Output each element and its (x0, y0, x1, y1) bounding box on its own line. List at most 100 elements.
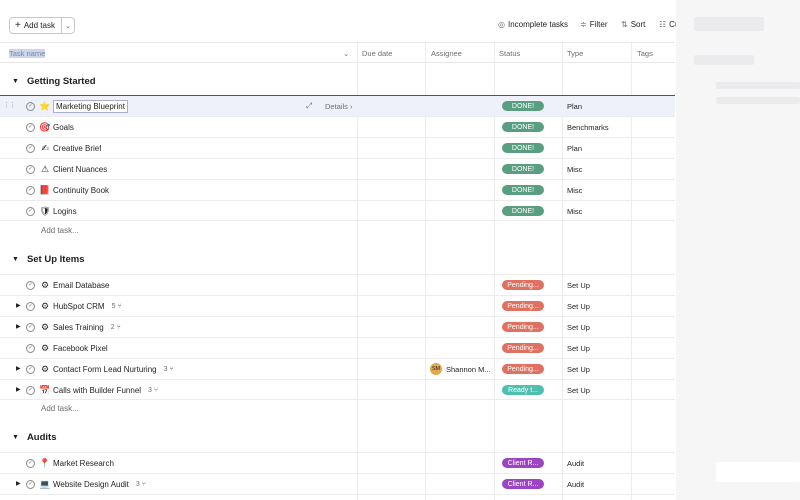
column-assignee[interactable]: Assignee (431, 43, 462, 63)
section-header-getting-started[interactable]: ▼ Getting Started (12, 76, 96, 87)
status-badge[interactable]: Pending... (502, 322, 544, 332)
column-due-date[interactable]: Due date (362, 43, 392, 63)
task-name[interactable]: Sales Training (53, 323, 104, 332)
expand-subtasks-icon[interactable]: ▶ (16, 386, 21, 393)
table-row[interactable]: ▶ ✓ 📅 Calls with Builder Funnel 3 ⑂ Read… (0, 379, 675, 400)
complete-checkbox-icon[interactable]: ✓ (26, 343, 35, 353)
subtask-count[interactable]: 3 ⑂ (136, 481, 146, 488)
task-name[interactable]: Creative Brief (53, 144, 101, 153)
status-badge[interactable]: Ready t... (502, 385, 544, 395)
task-name[interactable]: Goals (53, 123, 74, 132)
subtask-count[interactable]: 3 ⑂ (164, 366, 174, 373)
complete-checkbox-icon[interactable]: ✓ (26, 280, 35, 290)
task-name[interactable]: HubSpot CRM (53, 302, 105, 311)
complete-checkbox-icon[interactable]: ✓ (26, 479, 35, 489)
task-name-chevron-icon[interactable]: ⌄ (343, 43, 349, 63)
sort-icon: ⇅ (621, 20, 628, 29)
expand-subtasks-icon[interactable]: ▶ (16, 480, 21, 487)
task-name[interactable]: Email Database (53, 281, 109, 290)
complete-checkbox-icon[interactable]: ✓ (26, 364, 35, 374)
table-row[interactable]: ▶ ✓ ⚙ Contact Form Lead Nurturing 3 ⑂ SM… (0, 358, 675, 379)
table-row[interactable]: ✓ 📕 Continuity Book DONE! Misc (0, 179, 675, 200)
status-badge[interactable]: Pending... (502, 280, 544, 290)
expand-subtasks-icon[interactable]: ▶ (16, 302, 21, 309)
table-row[interactable]: ✓ 📍 Market Research Client R... Audit (0, 452, 675, 473)
caret-down-icon: ▼ (12, 434, 19, 441)
status-badge[interactable]: DONE! (502, 206, 544, 216)
status-badge[interactable]: DONE! (502, 122, 544, 132)
table-row[interactable]: ✓ 🛡 Logins DONE! Misc (0, 200, 675, 221)
status-badge[interactable]: DONE! (502, 185, 544, 195)
status-badge[interactable]: DONE! (502, 164, 544, 174)
subtask-icon: ⑂ (117, 302, 122, 310)
type-value: Plan (567, 143, 583, 153)
complete-checkbox-icon[interactable]: ✓ (26, 458, 35, 468)
table-row[interactable]: ✓ ⚙ Email Database Pending... Set Up (0, 274, 675, 295)
table-row[interactable]: ✓ ⚠ Client Nuances DONE! Misc (0, 158, 675, 179)
complete-checkbox-icon[interactable]: ✓ (26, 164, 35, 174)
table-row[interactable]: ✓ ⚙ Facebook Pixel Pending... Set Up (0, 337, 675, 358)
pin-icon: 📍 (40, 457, 51, 468)
task-name[interactable]: Calls with Builder Funnel (53, 386, 141, 395)
complete-checkbox-icon[interactable]: ✓ (26, 385, 35, 395)
chevron-down-icon: ⌄ (65, 22, 71, 30)
status-badge[interactable]: DONE! (502, 101, 544, 111)
section-header-audits[interactable]: ▼ Audits (12, 432, 57, 443)
status-badge[interactable]: Client R... (502, 458, 544, 468)
add-task-link[interactable]: Add task... (41, 404, 79, 413)
table-row[interactable]: ✓ ✍ Creative Brief DONE! Plan (0, 137, 675, 158)
add-task-link[interactable]: Add task... (41, 226, 79, 235)
add-task-button[interactable]: + Add task (10, 18, 62, 33)
type-value: Set Up (567, 385, 590, 395)
status-badge[interactable]: Pending... (502, 301, 544, 311)
complete-checkbox-icon[interactable]: ✓ (26, 101, 35, 111)
column-task-name[interactable]: Task name (9, 43, 46, 63)
table-row[interactable]: ✓ 🎯 Goals DONE! Benchmarks (0, 116, 675, 137)
status-badge[interactable]: Pending... (502, 364, 544, 374)
column-status[interactable]: Status (499, 43, 520, 63)
expand-subtasks-icon[interactable]: ▶ (16, 323, 21, 330)
task-name[interactable]: Marketing Blueprint (53, 99, 128, 113)
filter-button[interactable]: ≑ Filter (580, 20, 607, 29)
drag-handle-icon[interactable]: ⋮⋮ (3, 101, 16, 109)
table-row[interactable]: ⋮⋮ ✓ ⭐ Marketing Blueprint ⤢ Details › D… (0, 95, 675, 117)
task-name[interactable]: Facebook Pixel (53, 344, 108, 353)
complete-checkbox-icon[interactable]: ✓ (26, 322, 35, 332)
status-badge[interactable]: DONE! (502, 143, 544, 153)
complete-checkbox-icon[interactable]: ✓ (26, 206, 35, 216)
task-name[interactable]: Market Research (53, 459, 114, 468)
incomplete-tasks-button[interactable]: ◎ Incomplete tasks (498, 20, 568, 29)
task-name[interactable]: Logins (53, 207, 77, 216)
panel-placeholder (694, 17, 764, 31)
table-row[interactable]: ▶ ✓ 💻 Website Design Audit 3 ⑂ Client R.… (0, 473, 675, 494)
status-badge[interactable]: Client R... (502, 479, 544, 489)
table-row[interactable]: ▶ ✓ ⚙ Sales Training 2 ⑂ Pending... Set … (0, 316, 675, 337)
panel-placeholder (716, 462, 800, 482)
avatar[interactable]: SM (430, 363, 442, 375)
assignee-name[interactable]: Shannon M... (446, 365, 491, 374)
section-title: Set Up Items (26, 254, 85, 265)
subtask-count[interactable]: 2 ⑂ (111, 324, 121, 331)
star-icon: ⭐ (40, 100, 51, 111)
expand-subtasks-icon[interactable]: ▶ (16, 365, 21, 372)
subtask-icon: ⑂ (141, 480, 146, 488)
section-header-set-up-items[interactable]: ▼ Set Up Items (12, 254, 84, 265)
complete-checkbox-icon[interactable]: ✓ (26, 143, 35, 153)
subtask-count[interactable]: 5 ⑂ (112, 303, 122, 310)
complete-checkbox-icon[interactable]: ✓ (26, 185, 35, 195)
link-icon[interactable]: ⤢ (306, 96, 312, 116)
status-badge[interactable]: Pending... (502, 343, 544, 353)
column-tags[interactable]: Tags (637, 43, 653, 63)
task-name[interactable]: Website Design Audit (53, 480, 129, 489)
complete-checkbox-icon[interactable]: ✓ (26, 122, 35, 132)
details-button[interactable]: Details › (325, 96, 352, 116)
table-row[interactable]: ▶ ✓ ⚙ HubSpot CRM 5 ⑂ Pending... Set Up (0, 295, 675, 316)
complete-checkbox-icon[interactable]: ✓ (26, 301, 35, 311)
sort-button[interactable]: ⇅ Sort (621, 20, 645, 29)
task-name[interactable]: Continuity Book (53, 186, 109, 195)
subtask-count[interactable]: 3 ⑂ (148, 387, 158, 394)
add-task-dropdown-button[interactable]: ⌄ (62, 18, 74, 33)
task-name[interactable]: Contact Form Lead Nurturing (53, 365, 157, 374)
column-type[interactable]: Type (567, 43, 583, 63)
task-name[interactable]: Client Nuances (53, 165, 107, 174)
